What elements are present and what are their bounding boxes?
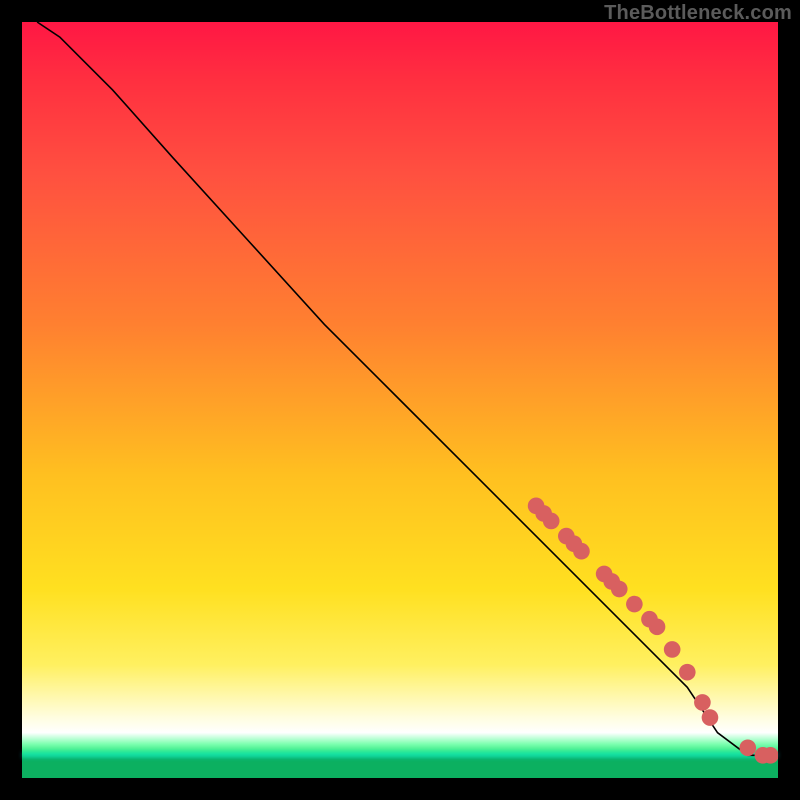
data-point: [649, 618, 666, 635]
plot-area: [22, 22, 778, 778]
watermark: TheBottleneck.com: [604, 2, 792, 25]
chart-container: TheBottleneck.com: [0, 0, 800, 800]
chart-svg: [22, 22, 778, 778]
data-point: [702, 709, 719, 726]
data-point: [664, 641, 681, 658]
data-point: [543, 513, 560, 530]
data-point: [694, 694, 711, 711]
data-point: [611, 581, 628, 598]
data-point: [626, 596, 643, 613]
measured-points-group: [528, 498, 778, 764]
data-point: [739, 739, 756, 756]
data-point: [573, 543, 590, 560]
data-point: [762, 747, 778, 764]
data-point: [679, 664, 696, 681]
